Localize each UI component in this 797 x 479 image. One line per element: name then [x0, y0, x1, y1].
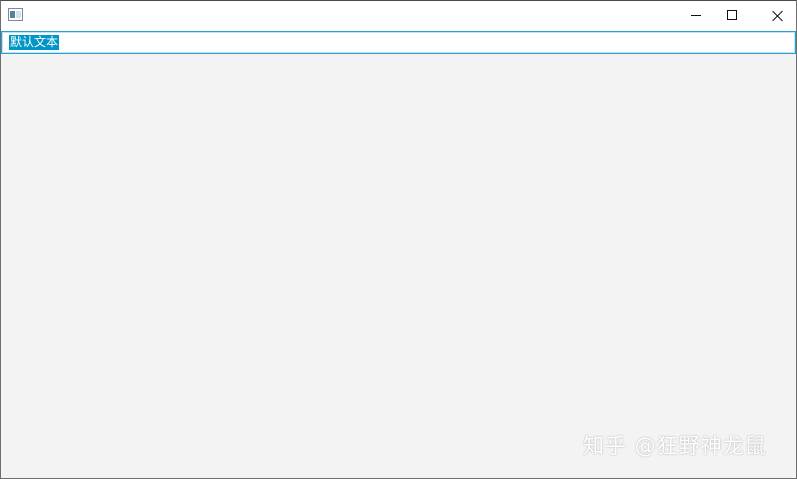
text-input[interactable]: 默认文本 [1, 31, 796, 54]
app-window-icon[interactable] [8, 8, 23, 21]
maximize-button[interactable] [708, 1, 754, 31]
text-input-selected-value: 默认文本 [9, 35, 60, 50]
app-icon-right-pane [16, 11, 21, 18]
title-bar[interactable] [1, 1, 796, 31]
watermark-text: 知乎 @狂野神龙鼠 [583, 434, 767, 458]
app-window: 默认文本 知乎 @狂野神龙鼠 [0, 0, 797, 479]
app-icon-left-pane [10, 11, 15, 18]
close-icon [772, 10, 784, 22]
maximize-icon [727, 10, 737, 20]
minimize-icon [691, 15, 701, 16]
close-button[interactable] [754, 1, 797, 31]
